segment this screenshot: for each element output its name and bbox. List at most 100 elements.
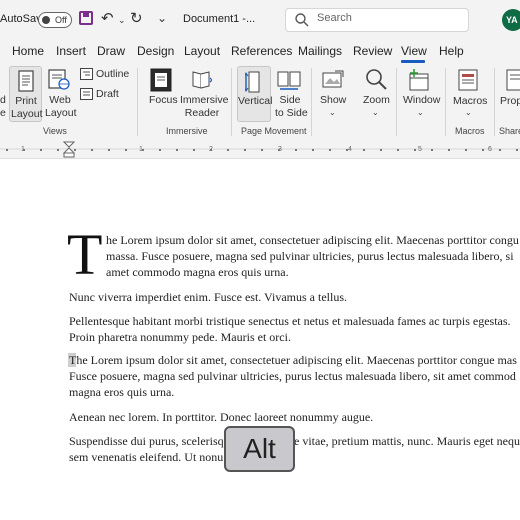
autosave-state: Off <box>55 15 67 25</box>
group-separator <box>396 68 397 136</box>
properties-label-fragment[interactable]: Prope <box>500 95 520 108</box>
ruler-tick <box>414 149 416 151</box>
search-placeholder: Search <box>317 12 352 24</box>
ruler-tick <box>159 149 161 151</box>
macros-icon[interactable] <box>457 68 481 92</box>
print-layout-icon <box>18 70 34 92</box>
horizontal-ruler[interactable]: 1 1 2 3 4 5 6 <box>0 140 520 159</box>
ruler-tick <box>448 149 450 151</box>
focus-label[interactable]: Focus <box>149 94 178 107</box>
tab-view[interactable]: View <box>401 44 427 58</box>
ruler-tick <box>193 149 195 151</box>
ruler-tick <box>176 149 178 151</box>
ruler-tick <box>516 149 518 151</box>
macros-button-label[interactable]: Macros <box>453 95 487 108</box>
tab-references[interactable]: References <box>231 44 292 58</box>
avatar[interactable]: YA <box>502 9 520 31</box>
tab-review[interactable]: Review <box>353 44 392 58</box>
ruler-tick <box>329 149 331 151</box>
paragraph-6-line-1-end: e vitae, pretium mattis, nunc. Mauris eg… <box>294 434 520 448</box>
undo-dropdown-chevron-icon[interactable]: ⌄ <box>118 12 126 28</box>
save-icon[interactable] <box>79 11 93 25</box>
show-label[interactable]: Show <box>320 94 346 107</box>
web-layout-label[interactable]: Web Layout <box>45 94 77 120</box>
page-movement-group-label: Page Movement <box>241 126 307 136</box>
side-to-side-label[interactable]: Side to Side <box>275 94 308 120</box>
ruler-tick <box>142 149 144 151</box>
show-chevron-icon: ⌄ <box>329 108 336 117</box>
print-layout-label: Print Layout <box>11 95 43 120</box>
title-bar: AutoSave Off ↶ ⌄ ↻ ⌄ Document1 -... Sear… <box>0 0 520 38</box>
ruler-ticks <box>0 148 520 150</box>
draft-label[interactable]: Draft <box>96 88 119 101</box>
alt-key-overlay: Alt <box>224 426 295 472</box>
immersive-reader-label[interactable]: Immersive Reader <box>180 94 228 120</box>
ribbon-tabs: Home Insert Draw Design Layout Reference… <box>0 38 520 64</box>
read-mode-label-fragment[interactable]: d e <box>0 94 6 120</box>
draft-icon[interactable] <box>80 88 93 100</box>
undo-icon[interactable]: ↶ <box>101 11 114 27</box>
tab-draw[interactable]: Draw <box>97 44 125 58</box>
active-tab-indicator <box>401 60 425 63</box>
vertical-icon <box>245 71 260 93</box>
tab-layout[interactable]: Layout <box>184 44 220 58</box>
ruler-tick <box>210 149 212 151</box>
ruler-tick <box>465 149 467 151</box>
paragraph-2: Nunc viverra imperdiet enim. Fusce est. … <box>69 290 347 304</box>
web-layout-icon[interactable] <box>48 69 70 91</box>
group-separator <box>445 68 446 136</box>
ruler-tick <box>346 149 348 151</box>
focus-icon[interactable] <box>150 68 172 92</box>
ruler-tick <box>499 149 501 151</box>
tab-insert[interactable]: Insert <box>56 44 86 58</box>
paragraph-4-line-2: Fusce posuere, magna sed pulvinar ultric… <box>69 369 516 383</box>
window-label[interactable]: Window <box>403 94 440 107</box>
ruler-number: 6 <box>488 146 492 153</box>
print-layout-button[interactable]: Print Layout <box>9 66 43 122</box>
document-title: Document1 -... <box>183 13 256 25</box>
paragraph-1-line-2: massa. Fusce posuere, magna sed pulvinar… <box>106 249 514 263</box>
customize-toolbar-chevron-icon[interactable]: ⌄ <box>157 10 167 26</box>
ruler-tick <box>23 149 25 151</box>
vertical-button[interactable]: Vertical <box>237 66 273 122</box>
redo-icon[interactable]: ↻ <box>130 11 143 27</box>
outline-icon[interactable] <box>80 68 93 80</box>
ruler-number: 5 <box>418 146 422 153</box>
ruler-tick <box>482 149 484 151</box>
ruler-tick <box>57 149 59 151</box>
paragraph-3-line-1: Pellentesque habitant morbi tristique se… <box>69 314 511 328</box>
ruler-tick <box>312 149 314 151</box>
zoom-icon[interactable] <box>364 67 388 91</box>
ruler-tick <box>380 149 382 151</box>
tab-design[interactable]: Design <box>137 44 174 58</box>
tab-home[interactable]: Home <box>12 44 44 58</box>
ruler-tick <box>431 149 433 151</box>
ruler-tick <box>397 149 399 151</box>
zoom-label[interactable]: Zoom <box>363 94 390 107</box>
ruler-tick <box>261 149 263 151</box>
drop-cap: T <box>67 222 103 287</box>
tab-help[interactable]: Help <box>439 44 464 58</box>
show-icon[interactable] <box>321 69 345 91</box>
ruler-tick <box>40 149 42 151</box>
paragraph-6-line-1-start: Suspendisse dui purus, scelerisq <box>69 434 224 448</box>
ruler-tick <box>278 149 280 151</box>
tab-mailings[interactable]: Mailings <box>298 44 342 58</box>
side-to-side-icon[interactable] <box>277 69 301 91</box>
ribbon: d e Print Layout Web Layout Outline Draf… <box>0 64 520 141</box>
search-box[interactable]: Search <box>285 8 469 32</box>
vertical-label: Vertical <box>238 95 273 107</box>
autosave-toggle[interactable]: Off <box>38 12 72 28</box>
immersive-reader-icon[interactable] <box>190 68 214 92</box>
macros-chevron-icon: ⌄ <box>465 108 472 117</box>
outline-label[interactable]: Outline <box>96 68 129 81</box>
macros-group-label: Macros <box>455 126 485 136</box>
properties-icon[interactable] <box>505 68 520 92</box>
ruler-tick <box>125 149 127 151</box>
zoom-chevron-icon: ⌄ <box>372 108 379 117</box>
window-chevron-icon: ⌄ <box>417 108 424 117</box>
paragraph-5: Aenean nec lorem. In porttitor. Donec la… <box>69 410 374 424</box>
ruler-tick <box>108 149 110 151</box>
window-icon[interactable] <box>408 68 432 92</box>
ruler-tick <box>295 149 297 151</box>
